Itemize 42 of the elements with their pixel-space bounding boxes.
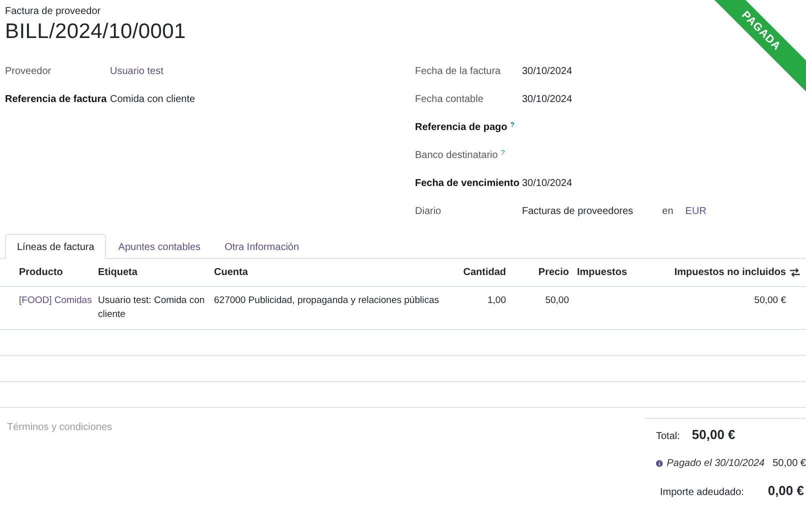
table-cell-text: 50,00 € <box>753 294 787 308</box>
currency-link[interactable]: EUR <box>685 206 706 217</box>
field-label: Referencia de pago $^{?}$ <box>415 122 515 133</box>
field-label: Fecha de vencimiento <box>415 178 520 189</box>
column-header[interactable]: Precio <box>510 267 573 278</box>
amount-due-value: 0,00 € <box>768 483 804 498</box>
field-label: Referencia de factura <box>5 94 107 105</box>
field-label: Fecha contable <box>415 94 484 105</box>
table-cell-text: 627000 Publicidad, propaganda y relaciones públicas <box>213 294 440 308</box>
column-header[interactable]: Etiqueta <box>94 267 210 278</box>
table-cell-text: 1,00 <box>486 294 507 308</box>
tab[interactable]: Otra Información <box>212 234 312 259</box>
column-header[interactable]: Cuenta <box>210 267 452 278</box>
swap-icon[interactable] <box>790 268 800 277</box>
column-header[interactable]: Cantidad <box>452 267 510 278</box>
field-label: Banco destinatario $^{?}$ <box>415 150 505 161</box>
field-label: Proveedor <box>5 66 52 77</box>
payment-amount: 50,00 € <box>772 458 806 469</box>
tab[interactable]: Líneas de factura <box>5 234 106 259</box>
product-link[interactable]: [FOOD] Comidas <box>15 287 94 329</box>
info-icon[interactable] <box>656 459 663 468</box>
bill-number: BILL/2024/10/0001 <box>5 20 186 44</box>
field-value[interactable]: Comida con cliente <box>110 94 196 105</box>
field-value[interactable]: Facturas de proveedores <box>522 206 634 217</box>
total-label: Total: <box>656 431 680 442</box>
total-value: 50,00 € <box>692 427 736 442</box>
field-value[interactable]: 30/10/2024 <box>522 94 572 105</box>
table-cell-text: Usuario test: Comida con cliente <box>97 294 206 322</box>
form-subtitle: Factura de proveedor <box>5 6 101 17</box>
column-header[interactable]: Producto <box>15 267 94 278</box>
tab[interactable]: Apuntes contables <box>106 234 213 259</box>
payment-text: Pagado el 30/10/2024 <box>666 458 765 469</box>
field-link[interactable]: Usuario test <box>110 66 164 77</box>
amount-due-label: Importe adeudado: <box>660 487 744 498</box>
field-value[interactable]: 30/10/2024 <box>522 66 572 77</box>
field-text: en <box>662 206 674 217</box>
table-cell-text: 50,00 <box>544 294 570 308</box>
column-header[interactable]: Impuestos no incluidos <box>640 267 790 278</box>
field-label: Fecha de la factura <box>415 66 501 77</box>
field-value[interactable]: 30/10/2024 <box>522 178 572 189</box>
column-header[interactable]: Impuestos <box>573 267 640 278</box>
field-label: Diario <box>415 206 442 217</box>
